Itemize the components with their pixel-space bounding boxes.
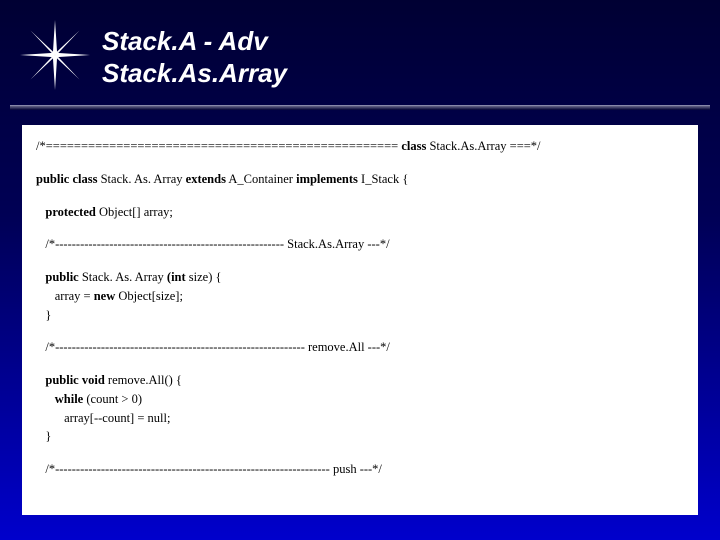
title-line-1: Stack.A - Adv bbox=[102, 26, 287, 57]
code-line: } bbox=[36, 427, 684, 446]
code-line: } bbox=[36, 306, 684, 325]
code-line: array = new Object[size]; bbox=[36, 287, 684, 306]
burst-star-icon bbox=[20, 20, 90, 95]
title-block: Stack.A - Adv Stack.As.Array bbox=[102, 26, 287, 88]
code-line: protected Object[] array; bbox=[36, 203, 684, 222]
code-line: public void remove.All() { bbox=[36, 371, 684, 390]
code-line: public class Stack. As. Array extends A_… bbox=[36, 170, 684, 189]
code-line: while (count > 0) bbox=[36, 390, 684, 409]
code-line: /*======================================… bbox=[36, 137, 684, 156]
slide-header: Stack.A - Adv Stack.As.Array bbox=[0, 0, 720, 105]
header-divider bbox=[10, 105, 710, 110]
code-line: /*--------------------------------------… bbox=[36, 338, 684, 357]
code-panel: /*======================================… bbox=[22, 125, 698, 515]
code-line: /*--------------------------------------… bbox=[36, 235, 684, 254]
code-line: array[--count] = null; bbox=[36, 409, 684, 428]
title-line-2: Stack.As.Array bbox=[102, 58, 287, 89]
code-line: /*--------------------------------------… bbox=[36, 460, 684, 479]
code-line: public Stack. As. Array (int size) { bbox=[36, 268, 684, 287]
